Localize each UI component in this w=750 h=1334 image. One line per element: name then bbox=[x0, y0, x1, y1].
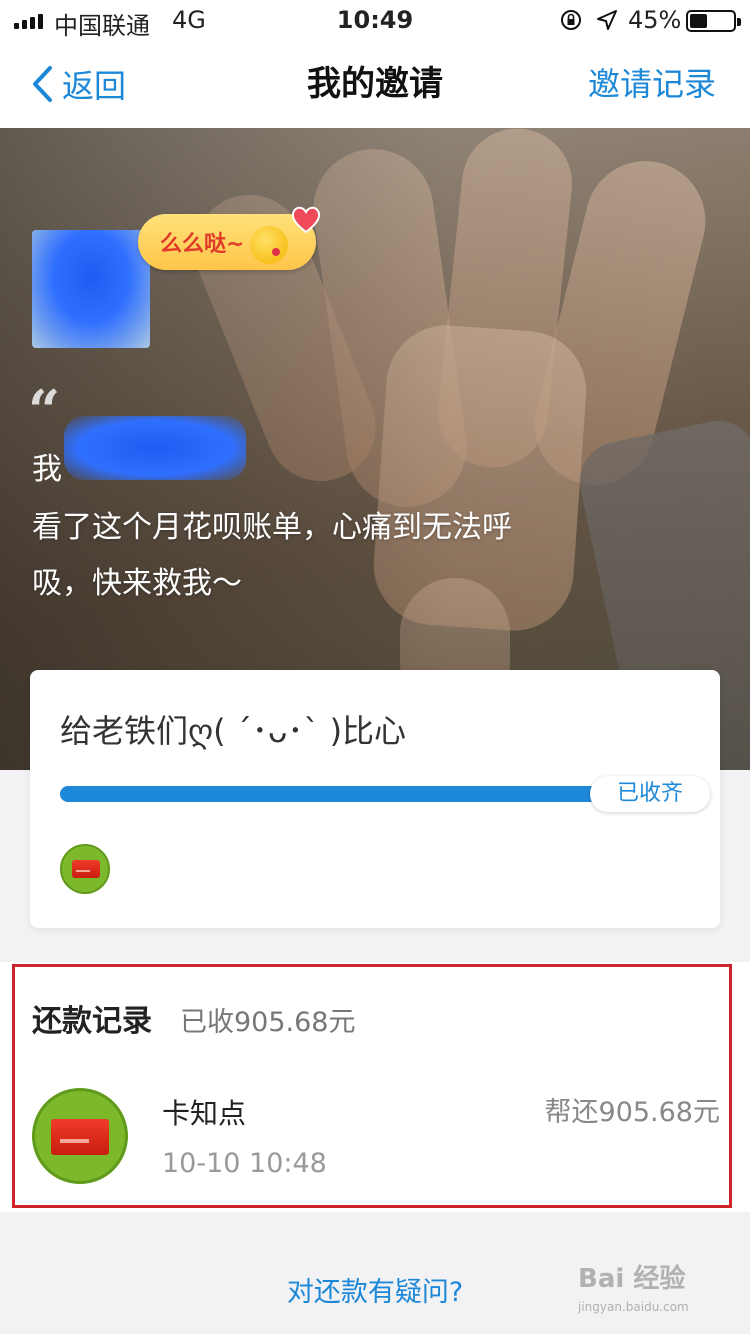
back-button[interactable]: 返回 bbox=[30, 40, 126, 128]
nav-bar: 返回 我的邀请 邀请记录 bbox=[0, 40, 750, 128]
bubble-text: 么么哒~ bbox=[160, 232, 245, 257]
record-amount: 帮还905.68元 bbox=[544, 1097, 720, 1128]
quote-mark: “ bbox=[28, 378, 61, 444]
collected-badge: 已收齐 bbox=[590, 776, 710, 812]
orientation-lock-icon bbox=[561, 10, 581, 30]
heart-icon bbox=[291, 206, 321, 234]
record-avatar[interactable] bbox=[32, 1088, 128, 1184]
record-name: 卡知点 bbox=[162, 1097, 247, 1130]
chevron-left-icon bbox=[33, 66, 52, 102]
repayment-records: 还款记录 已收905.68元 卡知点 10-10 10:48 帮还905.68元 bbox=[0, 962, 750, 1212]
inviter-name: 我 bbox=[32, 452, 62, 487]
records-title: 还款记录 bbox=[32, 1004, 152, 1039]
credit-card-icon bbox=[72, 860, 100, 878]
kiss-emoji-icon bbox=[250, 226, 288, 264]
credit-card-icon bbox=[51, 1119, 109, 1155]
watermark: Bai 经验 bbox=[578, 1264, 686, 1294]
location-arrow-icon bbox=[597, 10, 617, 30]
records-total: 已收905.68元 bbox=[180, 1007, 356, 1038]
helper-avatar[interactable] bbox=[60, 844, 110, 894]
invite-message: 看了这个月花呗账单，心痛到无法呼吸，快来救我～ bbox=[32, 510, 512, 601]
invite-records-link[interactable]: 邀请记录 bbox=[588, 40, 716, 128]
watermark-url: jingyan.baidu.com bbox=[578, 1300, 689, 1314]
battery-icon bbox=[686, 10, 741, 32]
name-redaction bbox=[64, 416, 246, 480]
battery-percent: 45% bbox=[628, 6, 682, 34]
inviter-avatar bbox=[32, 230, 150, 348]
status-bar: 中国联通 4G 10:49 45% bbox=[0, 0, 750, 40]
back-label: 返回 bbox=[62, 67, 127, 105]
card-title: 给老铁们ღ( ´･ᴗ･` )比心 bbox=[60, 712, 407, 750]
progress-card: 给老铁们ღ( ´･ᴗ･` )比心 已收齐 bbox=[30, 670, 720, 928]
record-time: 10-10 10:48 bbox=[162, 1148, 327, 1179]
